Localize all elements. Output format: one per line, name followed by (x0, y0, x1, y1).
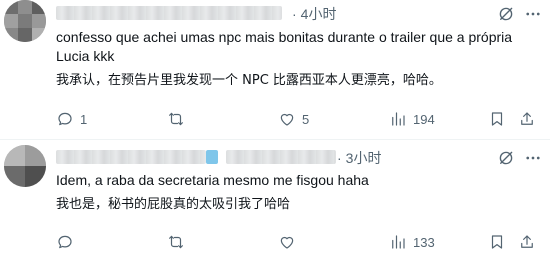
reply-bubble-icon (58, 235, 72, 249)
author-name-blurred[interactable] (56, 6, 282, 20)
avatar[interactable] (4, 145, 46, 187)
time-label: 4小时 (300, 6, 337, 22)
separator-dot: · (337, 150, 342, 166)
timestamp[interactable]: · 3小时 (337, 150, 381, 166)
views-bars-icon (392, 235, 405, 249)
tweet-text: Idem, a raba da secretaria mesmo me fisg… (56, 172, 369, 188)
reply-bubble-icon (58, 112, 72, 126)
repost-arrows-icon (169, 112, 183, 126)
views-count: 194 (413, 111, 435, 127)
separator-dot: · (292, 6, 297, 22)
reply-feed: · 4小时 confesso que achei umas npc mais bo… (0, 0, 550, 254)
tweet[interactable]: · 4小时 confesso que achei umas npc mais bo… (0, 0, 550, 139)
share-button[interactable] (518, 109, 536, 129)
repost-button[interactable] (167, 109, 191, 129)
views-bars-icon (392, 112, 405, 126)
bookmark-button[interactable] (488, 109, 506, 129)
reply-button[interactable]: 1 (56, 109, 87, 129)
tweet-text: confesso que achei umas npc mais bonitas… (56, 29, 513, 64)
time-label: 3小时 (345, 150, 382, 166)
share-upload-icon (521, 112, 533, 125)
author-name-blurred[interactable] (56, 150, 206, 164)
grok-slash-icon[interactable] (497, 149, 515, 167)
verified-badge-blurred (206, 150, 218, 164)
reply-button[interactable] (56, 232, 80, 252)
more-horizontal-icon[interactable] (524, 5, 542, 23)
like-count: 5 (302, 111, 310, 127)
tweet-translation: 我也是，秘书的屁股真的太吸引我了哈哈 (56, 197, 291, 212)
bookmark-icon (491, 235, 503, 249)
timestamp[interactable]: · 4小时 (292, 6, 336, 22)
tweet-translation: 我承认，在预告片里我发现一个 NPC 比露西亚本人更漂亮，哈哈。 (56, 73, 442, 88)
views-button[interactable]: 194 (389, 109, 435, 129)
share-upload-icon (521, 235, 533, 248)
repost-button[interactable] (167, 232, 191, 252)
tweet-actions: 133 (56, 232, 536, 252)
more-horizontal-icon[interactable] (524, 149, 542, 167)
avatar[interactable] (4, 0, 46, 42)
bookmark-button[interactable] (488, 232, 506, 252)
reply-count: 1 (80, 111, 88, 127)
repost-arrows-icon (169, 235, 183, 249)
heart-icon (280, 113, 294, 126)
views-button[interactable]: 133 (389, 232, 435, 252)
tweet-actions: 1 5 194 (56, 109, 536, 129)
heart-icon (280, 236, 294, 249)
tweet[interactable]: · 3小时 Idem, a raba da secretaria mesmo me… (0, 139, 550, 254)
grok-slash-icon[interactable] (497, 5, 515, 23)
views-count: 133 (413, 234, 435, 250)
like-button[interactable] (278, 232, 302, 252)
author-handle-blurred[interactable] (226, 150, 336, 164)
share-button[interactable] (518, 232, 536, 252)
like-button[interactable]: 5 (278, 109, 309, 129)
bookmark-icon (491, 112, 503, 126)
